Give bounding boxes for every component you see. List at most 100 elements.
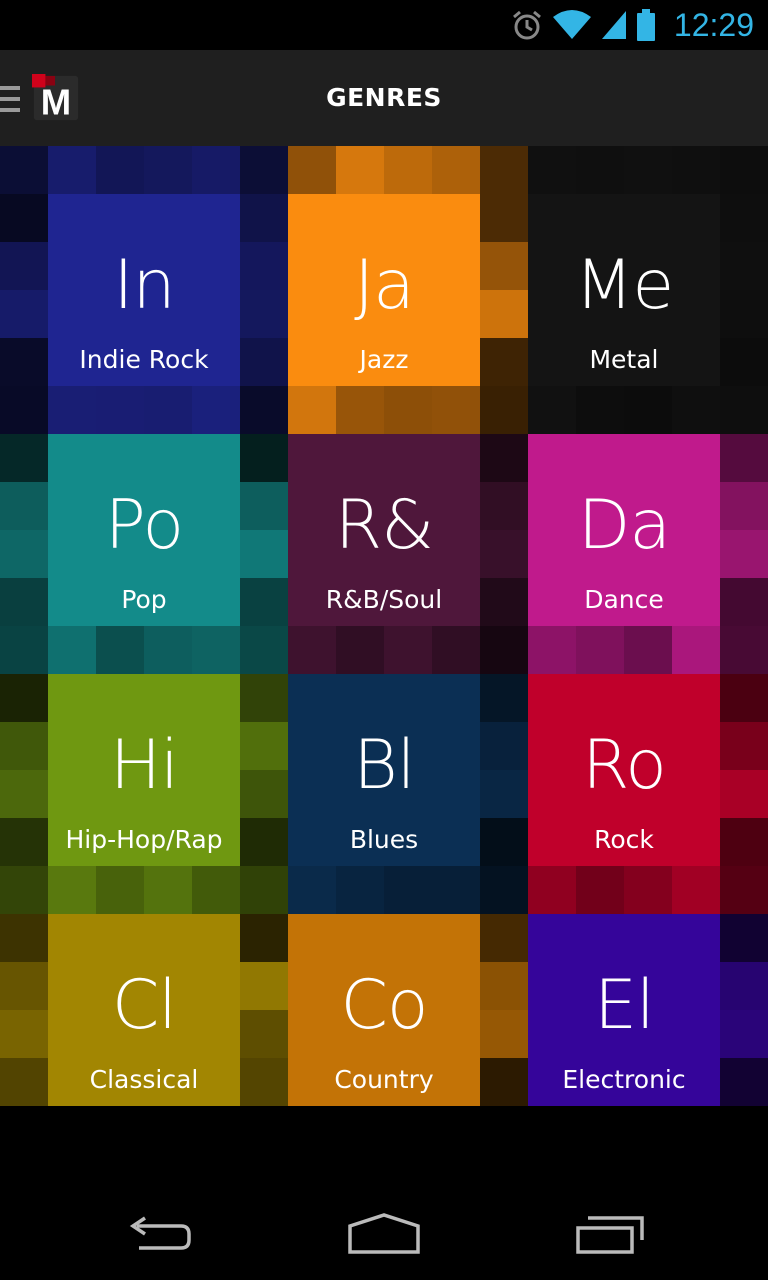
mosaic-cell — [384, 866, 432, 914]
mosaic-cell — [240, 674, 288, 722]
mosaic-cell — [240, 242, 288, 290]
genre-tile-electronic[interactable]: El Electronic — [528, 914, 720, 1106]
mosaic-cell — [336, 146, 384, 194]
mosaic-cell — [720, 194, 768, 242]
mosaic-cell — [480, 578, 528, 626]
mosaic-cell — [192, 866, 240, 914]
mosaic-cell — [240, 1010, 288, 1058]
mosaic-cell — [336, 866, 384, 914]
mosaic-cell — [480, 770, 528, 818]
genre-abbreviation: R& — [334, 486, 434, 565]
mosaic-cell — [240, 866, 288, 914]
mosaic-cell — [624, 146, 672, 194]
mosaic-cell — [480, 338, 528, 386]
mosaic-cell — [96, 626, 144, 674]
genre-abbreviation: Me — [574, 246, 675, 325]
back-button[interactable] — [100, 1204, 220, 1264]
genre-tile-indie-rock[interactable]: In Indie Rock — [48, 194, 240, 386]
genre-tile-dance[interactable]: Da Dance — [528, 434, 720, 626]
mosaic-cell — [720, 434, 768, 482]
mosaic-cell — [720, 866, 768, 914]
mosaic-cell — [240, 962, 288, 1010]
mosaic-cell — [720, 914, 768, 962]
mosaic-cell — [432, 626, 480, 674]
genre-name: Electronic — [562, 1065, 686, 1094]
genre-tile-classical[interactable]: Cl Classical — [48, 914, 240, 1106]
mosaic-cell — [48, 866, 96, 914]
mosaic-cell — [288, 626, 336, 674]
mosaic-cell — [192, 146, 240, 194]
mosaic-cell — [576, 386, 624, 434]
mosaic-cell — [480, 242, 528, 290]
action-bar: M GENRES — [0, 50, 768, 146]
mosaic-cell — [240, 818, 288, 866]
mosaic-cell — [480, 434, 528, 482]
genre-name: Dance — [584, 585, 664, 614]
mosaic-cell — [240, 1058, 288, 1106]
mosaic-cell — [720, 530, 768, 578]
signal-icon — [601, 11, 626, 39]
mosaic-cell — [720, 146, 768, 194]
mosaic-cell — [720, 338, 768, 386]
mosaic-cell — [0, 866, 48, 914]
genre-abbreviation: Ja — [354, 246, 415, 325]
mosaic-cell — [720, 674, 768, 722]
mosaic-cell — [0, 1010, 48, 1058]
mosaic-cell — [0, 146, 48, 194]
genre-tile-blues[interactable]: Bl Blues — [288, 674, 480, 866]
mosaic-cell — [480, 530, 528, 578]
mosaic-cell — [720, 290, 768, 338]
genre-abbreviation: El — [594, 966, 655, 1045]
genre-tile-jazz[interactable]: Ja Jazz — [288, 194, 480, 386]
mosaic-cell — [528, 146, 576, 194]
home-button[interactable] — [324, 1204, 444, 1264]
genre-tile-r-b-soul[interactable]: R& R&B/Soul — [288, 434, 480, 626]
mosaic-cell — [0, 962, 48, 1010]
mosaic-cell — [720, 626, 768, 674]
mosaic-cell — [384, 626, 432, 674]
mosaic-cell — [432, 146, 480, 194]
mosaic-cell — [672, 626, 720, 674]
genre-name: Jazz — [359, 345, 409, 374]
genre-abbreviation: Po — [104, 486, 184, 565]
mosaic-cell — [720, 1010, 768, 1058]
mosaic-cell — [288, 866, 336, 914]
mosaic-cell — [288, 146, 336, 194]
genre-tile-rock[interactable]: Ro Rock — [528, 674, 720, 866]
mosaic-cell — [0, 578, 48, 626]
genre-name: R&B/Soul — [325, 585, 443, 614]
mosaic-cell — [0, 242, 48, 290]
mosaic-cell — [240, 146, 288, 194]
mosaic-cell — [144, 866, 192, 914]
navigation-bar — [0, 1184, 768, 1280]
mosaic-cell — [624, 626, 672, 674]
genre-tile-pop[interactable]: Po Pop — [48, 434, 240, 626]
mosaic-cell — [240, 434, 288, 482]
mosaic-cell — [144, 626, 192, 674]
mosaic-cell — [0, 338, 48, 386]
mosaic-cell — [0, 674, 48, 722]
status-clock: 12:29 — [673, 6, 754, 43]
genre-name: Pop — [121, 585, 167, 614]
mosaic-cell — [720, 722, 768, 770]
genre-tile-metal[interactable]: Me Metal — [528, 194, 720, 386]
mosaic-cell — [240, 578, 288, 626]
mosaic-cell — [0, 1058, 48, 1106]
recent-apps-button[interactable] — [550, 1204, 670, 1264]
mosaic-cell — [240, 626, 288, 674]
alarm-icon — [512, 10, 541, 40]
mosaic-cell — [0, 194, 48, 242]
mosaic-cell — [192, 386, 240, 434]
mosaic-cell — [480, 386, 528, 434]
mosaic-cell — [0, 290, 48, 338]
mosaic-cell — [480, 866, 528, 914]
mosaic-cell — [720, 242, 768, 290]
back-icon — [129, 1216, 191, 1250]
mosaic-cell — [288, 386, 336, 434]
mosaic-cell — [240, 290, 288, 338]
genre-tile-hip-hop-rap[interactable]: Hi Hip-Hop/Rap — [48, 674, 240, 866]
genre-tile-country[interactable]: Co Country — [288, 914, 480, 1106]
mosaic-cell — [480, 194, 528, 242]
mosaic-cell — [624, 386, 672, 434]
wifi-icon — [552, 10, 591, 39]
